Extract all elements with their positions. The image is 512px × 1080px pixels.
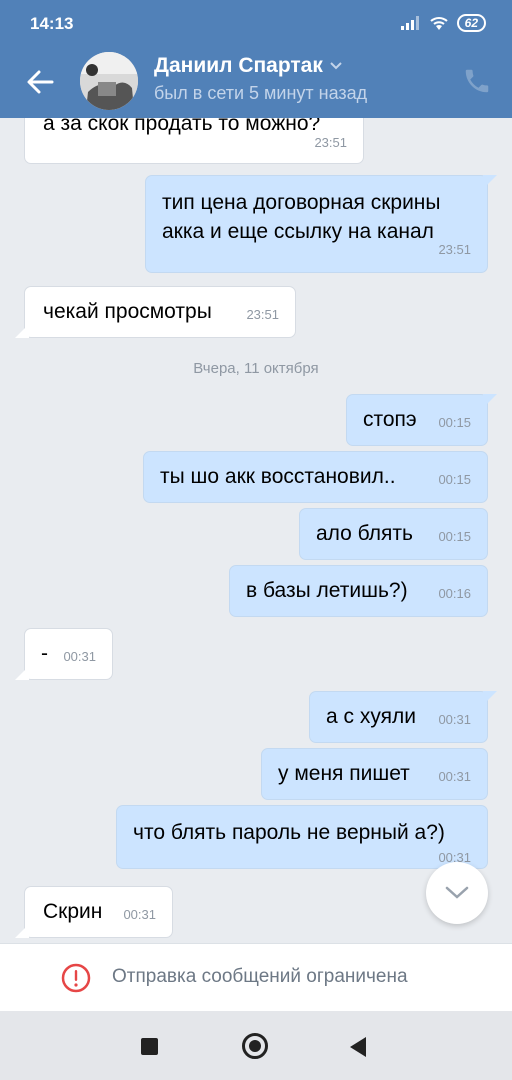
message-text: что блять пароль не верный а?) xyxy=(133,821,445,844)
alert-circle-icon xyxy=(61,963,91,993)
contact-status: был в сети 5 минут назад xyxy=(154,83,368,103)
message-incoming[interactable]: - 00:31 xyxy=(15,628,113,680)
bubble-tail xyxy=(483,394,497,408)
message-outgoing[interactable]: что блять пароль не верный а?) 00:31 xyxy=(116,805,488,869)
message-outgoing[interactable]: в базы летишь?) 00:16 xyxy=(229,565,488,617)
message-time: 23:51 xyxy=(438,242,471,257)
battery-icon: 62 xyxy=(456,14,486,32)
avatar-photo xyxy=(80,52,138,110)
message-time: 00:15 xyxy=(438,472,471,487)
message-outgoing[interactable]: ало блять 00:15 xyxy=(299,508,488,560)
message-outgoing[interactable]: стопэ 00:15 xyxy=(346,394,497,446)
bubble-tail xyxy=(15,924,29,938)
status-bar: 14:13 62 xyxy=(0,0,512,48)
restriction-bar: Отправка сообщений ограничена xyxy=(0,943,512,1011)
message-time: 00:31 xyxy=(438,769,471,784)
bubble-tail xyxy=(483,175,497,189)
message-outgoing[interactable]: тип цена договорная скрины акка и еще сс… xyxy=(145,175,497,273)
message-text: стопэ xyxy=(363,408,417,431)
message-text: тип цена договорная скрины акка и еще сс… xyxy=(162,191,441,243)
status-icons: 62 xyxy=(400,14,486,32)
message-text: Скрин xyxy=(43,900,103,923)
signal-icon xyxy=(400,16,419,30)
message-incoming[interactable]: чекай просмотры 23:51 xyxy=(15,286,296,338)
message-time: 00:16 xyxy=(438,586,471,601)
message-text: ты шо акк восстановил.. xyxy=(160,465,396,488)
message-time: 00:15 xyxy=(438,529,471,544)
wifi-icon xyxy=(429,17,448,30)
bubble-tail xyxy=(15,324,29,338)
chat-header: Даниил Спартак был в сети 5 минут назад xyxy=(0,48,512,118)
back-arrow-icon[interactable] xyxy=(22,64,58,100)
message-text: а за скок продать то можно? xyxy=(43,118,321,135)
phone-icon[interactable] xyxy=(462,66,492,96)
system-nav-bar xyxy=(0,1011,512,1080)
restriction-text: Отправка сообщений ограничена xyxy=(112,966,408,987)
message-time: 00:15 xyxy=(438,415,471,430)
message-incoming[interactable]: а за скок продать то можно? 23:51 xyxy=(24,118,364,164)
status-time: 14:13 xyxy=(30,14,74,33)
message-text: ало блять xyxy=(316,522,413,545)
chevron-down-icon xyxy=(445,886,469,899)
contact-name[interactable]: Даниил Спартак xyxy=(154,54,343,78)
message-time: 00:31 xyxy=(63,649,96,664)
recents-button[interactable] xyxy=(141,1038,158,1055)
message-text: а с хуяли xyxy=(326,705,416,728)
message-list[interactable]: а за скок продать то можно? 23:51 тип це… xyxy=(0,118,512,943)
message-time: 00:31 xyxy=(123,907,156,922)
message-time: 00:31 xyxy=(438,712,471,727)
bubble-tail xyxy=(15,666,29,680)
date-separator: Вчера, 11 октября xyxy=(193,360,319,377)
message-time: 23:51 xyxy=(246,307,279,322)
message-text: чекай просмотры xyxy=(43,300,212,323)
bubble-tail xyxy=(483,691,497,705)
message-text: - xyxy=(41,642,48,665)
system-back-button[interactable] xyxy=(350,1037,366,1057)
message-text: у меня пишет xyxy=(278,762,410,785)
scroll-to-bottom-button[interactable] xyxy=(426,862,488,924)
message-outgoing[interactable]: а с хуяли 00:31 xyxy=(309,691,497,743)
message-text: в базы летишь?) xyxy=(246,579,408,602)
message-outgoing[interactable]: у меня пишет 00:31 xyxy=(261,748,488,800)
message-outgoing[interactable]: ты шо акк восстановил.. 00:15 xyxy=(143,451,488,503)
message-time: 23:51 xyxy=(314,135,347,150)
avatar[interactable] xyxy=(80,52,138,110)
contact-name-text: Даниил Спартак xyxy=(154,54,323,77)
message-incoming[interactable]: Скрин 00:31 xyxy=(15,886,173,938)
chevron-down-icon xyxy=(330,62,342,70)
home-button[interactable] xyxy=(242,1033,268,1059)
